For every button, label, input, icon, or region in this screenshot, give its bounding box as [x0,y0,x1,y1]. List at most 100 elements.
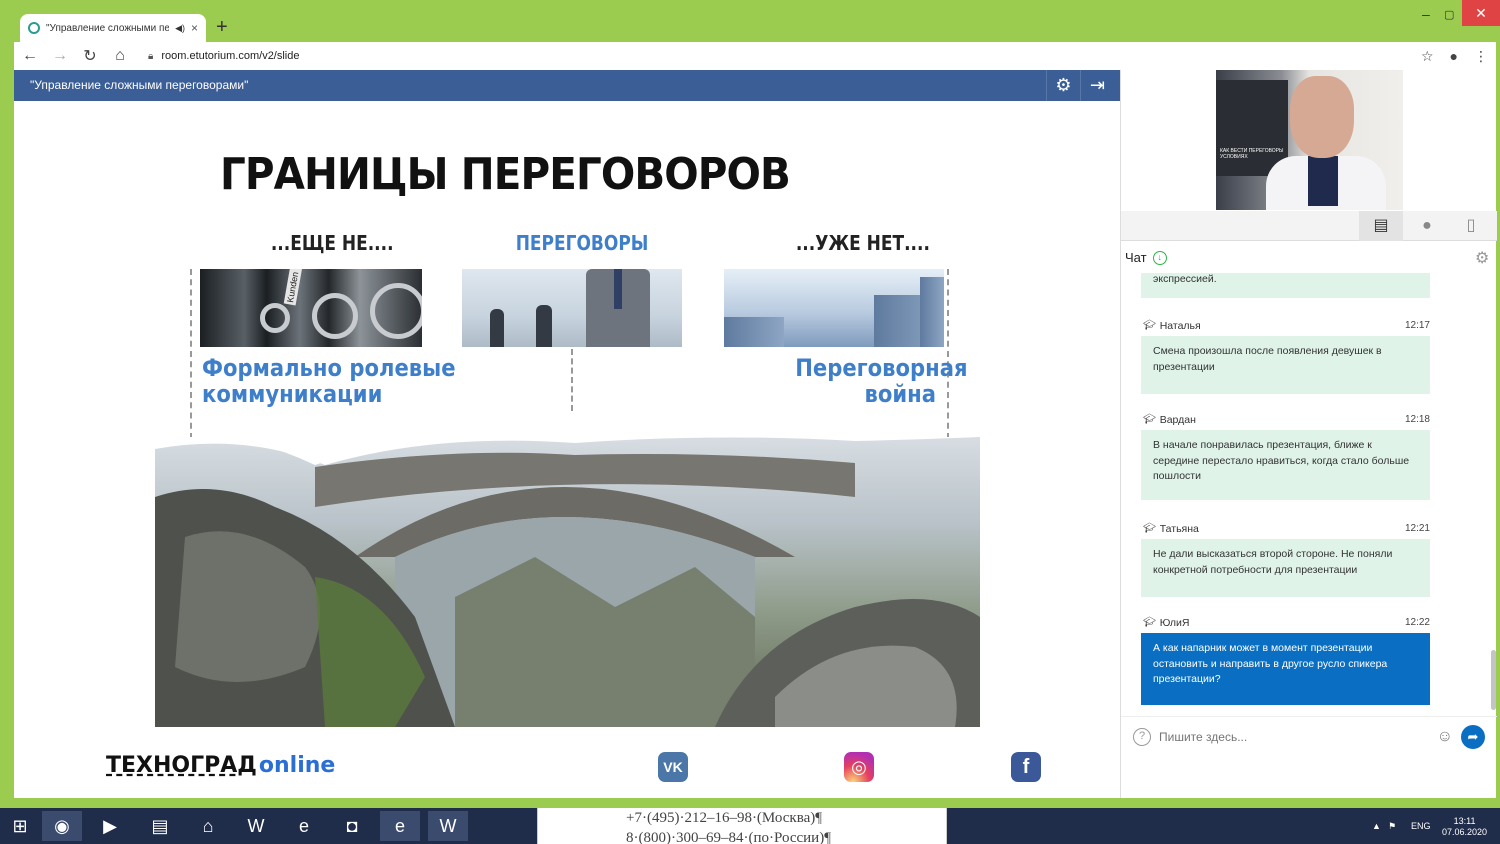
poster-text: КАК ВЕСТИ ПЕРЕГОВОРЫ УСЛОВИЯХ [1220,148,1284,160]
tray-arrow-icon[interactable]: ▲ [1372,808,1381,844]
windows-taskbar: ⊞ ◉ ▶ ▤ ⌂ W e ◘ e W +7·(495)·212–16–98·(… [0,808,1500,844]
bookmark-star-icon[interactable]: ☆ [1421,48,1434,65]
photo-businessmen [462,269,682,347]
speaker-icon[interactable]: ◀) [175,23,185,34]
chat-scrollbar[interactable] [1491,650,1496,710]
tab-strip: "Управление сложными пе ◀) × + – ▢ ✕ [0,0,1500,42]
lock-icon: 🔒︎ [148,50,154,62]
doc-phone-moscow: +7·(495)·212–16–98·(Москва)¶ [626,810,823,826]
reload-icon[interactable]: ↻ [82,46,98,66]
sidebar-tabs: ▤ ● ▯ [1121,211,1497,241]
chat-time: 12:18 [1404,414,1430,425]
exit-icon[interactable]: ⇥ [1080,70,1114,101]
photo-stone-bridge [155,437,980,727]
word-task-icon[interactable]: W [236,811,276,841]
chat-author: ЮлиЯ [1159,617,1190,629]
menu-icon[interactable]: ⋮ [1474,48,1488,65]
word-doc-task-icon[interactable]: W [428,811,468,841]
send-message-button[interactable]: ➦ [1461,724,1485,749]
browser-tab[interactable]: "Управление сложными пе ◀) × [20,14,206,42]
webinar-title: "Управление сложными переговорами" [30,78,249,92]
chat-message-bubble-highlighted: А как напарник может в момент презентаци… [1141,633,1430,705]
minimize-button[interactable]: – [1422,6,1430,22]
new-tab-button[interactable]: + [216,16,228,39]
presentation-slide: ГРАНИЦЫ ПЕРЕГОВОРОВ ...ЕЩЕ НЕ.... ПЕРЕГО… [14,101,1120,798]
window-close-button[interactable]: ✕ [1462,0,1500,26]
speaker-face [1290,76,1354,158]
forward-icon[interactable]: → [52,47,68,65]
media-player-task-icon[interactable]: ▶ [90,811,130,841]
column-heading-after: ...УЖЕ НЕТ.... [795,231,930,255]
tab-files-icon[interactable]: ▯ [1449,211,1493,241]
profile-icon[interactable]: ● [1450,48,1458,65]
site-favicon-icon [28,22,40,34]
download-chat-icon[interactable]: ↓ [1152,250,1167,265]
vk-icon[interactable]: VK [658,752,688,782]
facebook-icon[interactable]: f [1011,752,1041,782]
start-icon[interactable]: ⊞ [0,811,40,841]
brand-suffix: online [258,753,336,778]
chat-title: Чат [1125,250,1147,265]
edge-task-icon[interactable]: e [284,811,324,841]
back-icon[interactable]: ← [22,47,38,65]
help-icon[interactable]: ? [1133,727,1151,746]
chat-author: Татьяна [1159,523,1199,535]
chat-message-bubble: экспрессией. [1141,273,1430,298]
binder-label: Kunden I-J [283,269,304,306]
user-cap-icon: 🎓︎ [1143,617,1156,628]
chat-message-meta: 🎓︎ Вардан 12:18 [1143,414,1430,426]
slide-title: ГРАНИЦЫ ПЕРЕГОВОРОВ [220,149,791,200]
chat-settings-gear-icon[interactable]: ⚙ [1475,248,1489,268]
maximize-button[interactable]: ▢ [1444,8,1454,21]
photo-skyscrapers [724,269,944,347]
chat-time: 12:17 [1404,320,1430,331]
tab-participants-icon[interactable]: ● [1405,211,1449,241]
label-formal-communication: Формально ролевые коммуникации [202,354,456,408]
tab-title: "Управление сложными пе [46,22,170,34]
word-document-preview: +7·(495)·212–16–98·(Москва)¶ 8·(800)·300… [537,808,947,844]
brand-name: ТЕХНОГРАД [106,753,257,778]
user-cap-icon: 🎓︎ [1143,414,1156,425]
label-negotiation-war: Переговорная война [795,354,968,408]
ie-task-icon[interactable]: e [380,811,420,841]
file-explorer-task-icon[interactable]: ▤ [140,811,180,841]
column-heading-negotiations: ПЕРЕГОВОРЫ [515,231,649,255]
bridge-illustration [155,437,980,727]
user-cap-icon: 🎓︎ [1143,523,1156,534]
speaker-video: КАК ВЕСТИ ПЕРЕГОВОРЫ УСЛОВИЯХ [1216,70,1403,210]
chat-messages: экспрессией. 🎓︎ Наталья 12:17 Смена прои… [1121,273,1489,713]
zoom-task-icon[interactable]: ◘ [332,811,372,841]
doc-phone-russia: 8·(800)·300–69–84·(по·России)¶ [626,830,831,844]
instagram-icon[interactable]: ◎ [844,752,874,782]
webinar-app: "Управление сложными переговорами" ⚙ ⇥ Г… [14,70,1497,798]
tab-close-icon[interactable]: × [191,21,198,35]
system-clock[interactable]: 13:11 07.06.2020 [1442,816,1487,838]
url-text: room.etutorium.com/v2/slide [161,50,300,62]
emoji-icon[interactable]: ☺ [1437,728,1453,746]
language-indicator[interactable]: ENG [1411,808,1431,844]
boundary-line-left [190,269,192,439]
column-heading-before: ...ЕЩЕ НЕ.... [270,231,394,255]
chat-author: Вардан [1159,414,1196,426]
technograd-logo: ТЕХНОГРАД online [106,753,335,778]
chat-author: Наталья [1159,320,1201,332]
tray-flag-icon[interactable]: ⚑ [1388,808,1396,844]
chat-time: 12:21 [1404,523,1430,534]
chat-message-bubble: В начале понравилась презентация, ближе … [1141,430,1430,500]
home-icon[interactable]: ⌂ [112,47,128,65]
tab-chat-icon[interactable]: ▤ [1359,211,1403,241]
chrome-task-icon[interactable]: ◉ [42,811,82,841]
chat-input[interactable] [1159,729,1429,744]
boundary-line-middle [571,349,573,411]
chat-message-meta: 🎓︎ Татьяна 12:21 [1143,523,1430,535]
address-bar[interactable]: 🔒︎ room.etutorium.com/v2/slide [148,50,300,62]
chat-message-bubble: Не дали высказаться второй стороне. Не п… [1141,539,1430,597]
sidebar: КАК ВЕСТИ ПЕРЕГОВОРЫ УСЛОВИЯХ ▤ ● ▯ Чат … [1120,70,1497,798]
chat-time: 12:22 [1404,617,1430,628]
home-task-icon[interactable]: ⌂ [188,811,228,841]
user-cap-icon: 🎓︎ [1143,320,1156,331]
chat-message-meta: 🎓︎ Наталья 12:17 [1143,320,1430,332]
settings-gear-icon[interactable]: ⚙ [1046,70,1080,101]
chat-message-bubble: Смена произошла после появления девушек … [1141,336,1430,394]
browser-toolbar: ← → ↻ ⌂ 🔒︎ room.etutorium.com/v2/slide ☆… [14,42,1496,70]
